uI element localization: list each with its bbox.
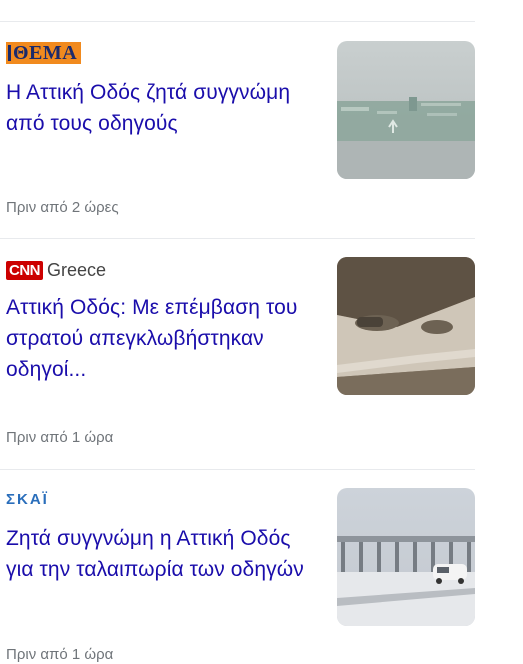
article-thumbnail[interactable] [337,41,475,179]
news-feed: ΘΕΜΑ Η Αττική Οδός ζητά συγγνώμη από του… [0,0,523,664]
headline-link[interactable]: Η Αττική Οδός ζητά συγγνώμη από τους οδη… [6,77,321,139]
news-card[interactable]: ΣΚΑΪ Ζητά συγγνώμη η Αττική Οδός για την… [0,469,475,664]
news-card[interactable]: CNN Greece Αττική Οδός: Με επέμβαση του … [0,238,475,469]
timestamp: Πριν από 2 ώρες [6,199,119,216]
skai-logo: ΣΚΑΪ [6,490,49,508]
snowy-toll-station-image [337,488,475,626]
news-card[interactable]: ΘΕΜΑ Η Αττική Οδός ζητά συγγνώμη από του… [0,0,475,238]
headline-link[interactable]: Αττική Οδός: Με επέμβαση του στρατού απε… [6,292,321,385]
snowed-in-cars-image [337,257,475,395]
cnn-greece-text: Greece [47,259,107,280]
road-sign-in-fog-image [337,41,475,179]
cnn-mark: CNN [6,260,43,280]
article-thumbnail[interactable] [337,257,475,395]
article-thumbnail[interactable] [337,488,475,626]
thema-logo: ΘΕΜΑ [6,42,82,64]
timestamp: Πριν από 1 ώρα [6,429,114,446]
source-logo-thema: ΘΕΜΑ [6,42,82,64]
timestamp: Πριν από 1 ώρα [6,646,114,663]
source-logo-cnn-greece: CNN Greece [6,259,106,281]
headline-link[interactable]: Ζητά συγγνώμη η Αττική Οδός για την ταλα… [6,523,321,585]
logo-bar [8,45,11,61]
cnn-greece-logo: CNN Greece [6,260,106,281]
source-logo-skai: ΣΚΑΪ [6,488,49,510]
